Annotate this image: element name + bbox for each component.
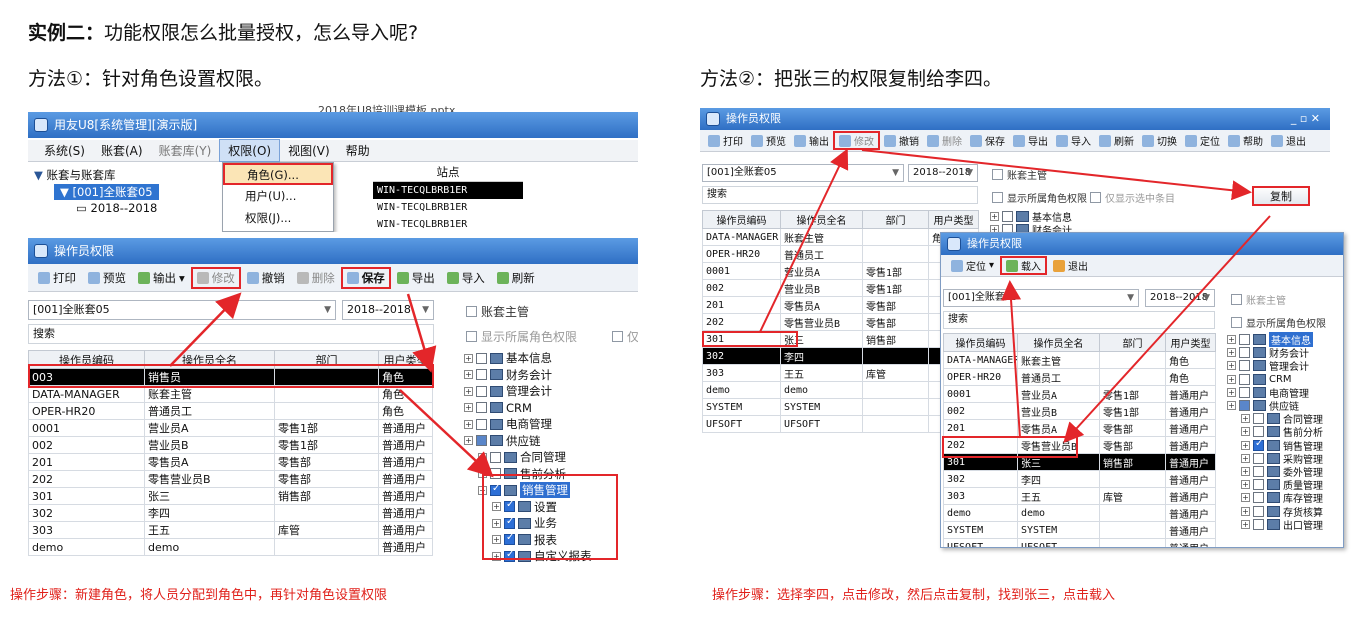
arrow-lisi-to-modify xyxy=(759,148,849,333)
method1-caption: 操作步骤：新建角色，将人员分配到角色中，再针对角色设置权限 xyxy=(10,588,388,603)
method2-caption: 操作步骤：选择李四，点击修改，然后点击复制，找到张三，点击载入 xyxy=(712,588,1116,603)
arrow-row-to-modify xyxy=(169,292,242,367)
arrow-modify-to-copy xyxy=(861,149,1252,201)
arrow-copy-to-zhangsan xyxy=(1063,215,1271,443)
annotation-arrows xyxy=(169,148,1271,478)
arrow-row-to-tree xyxy=(399,389,494,478)
arrow-zhangsan-to-load xyxy=(1001,280,1022,439)
arrow-save-to-row xyxy=(406,293,437,373)
